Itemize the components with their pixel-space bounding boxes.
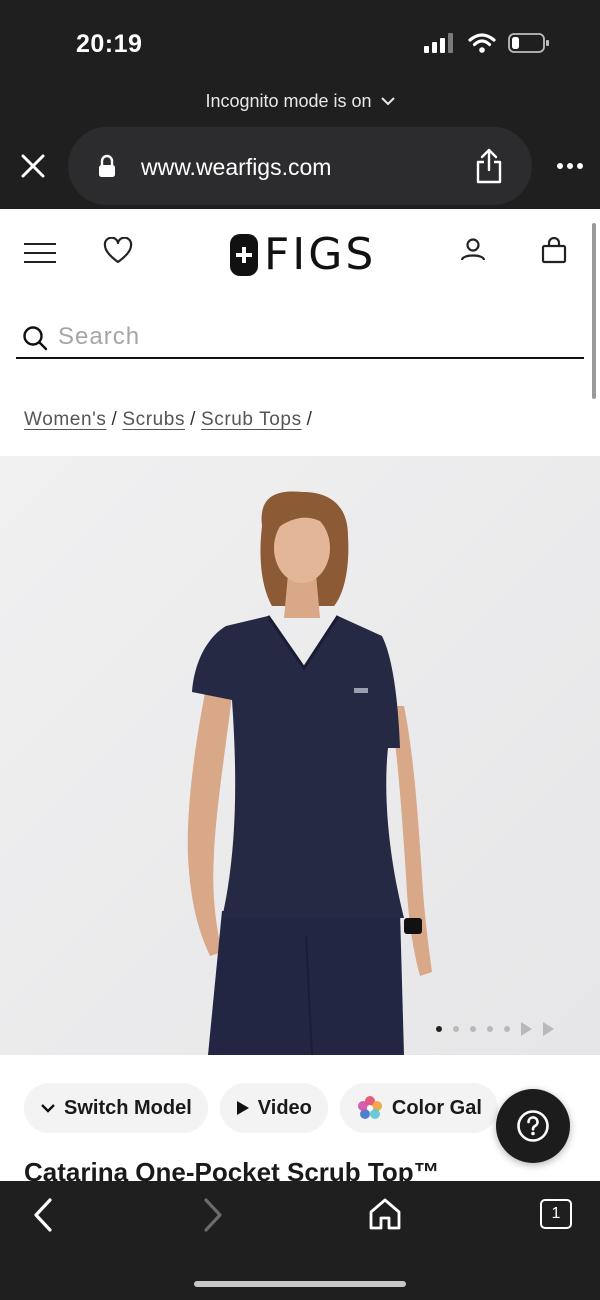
- home-indicator[interactable]: [194, 1281, 406, 1287]
- browser-address-row: www.wearfigs.com: [0, 125, 600, 209]
- more-options-icon[interactable]: [556, 155, 584, 177]
- video-label: Video: [257, 1096, 312, 1119]
- browser-toolbar: 1: [0, 1181, 600, 1300]
- carousel-dot[interactable]: [487, 1026, 493, 1032]
- help-question-icon: [517, 1110, 549, 1142]
- switch-model-button[interactable]: Switch Model: [24, 1083, 208, 1133]
- search-icon[interactable]: [22, 325, 48, 351]
- breadcrumb-link-scrub-tops[interactable]: Scrub Tops: [201, 409, 302, 430]
- breadcrumb: Women's / Scrubs / Scrub Tops /: [24, 409, 318, 431]
- status-time: 20:19: [76, 30, 143, 58]
- search-input[interactable]: [58, 319, 558, 355]
- switch-model-label: Switch Model: [64, 1096, 192, 1119]
- url-text: www.wearfigs.com: [141, 154, 332, 180]
- chevron-down-icon: [41, 1104, 55, 1113]
- breadcrumb-separator: /: [306, 409, 313, 430]
- chevron-down-icon: [380, 97, 395, 106]
- product-image-carousel[interactable]: [0, 456, 600, 1055]
- help-button[interactable]: [496, 1089, 570, 1163]
- color-wheel-icon: [357, 1096, 382, 1119]
- wishlist-heart-icon[interactable]: [103, 237, 133, 265]
- menu-icon[interactable]: [24, 243, 56, 263]
- share-icon[interactable]: [474, 147, 504, 185]
- breadcrumb-separator: /: [111, 409, 118, 430]
- wifi-icon: [468, 33, 496, 53]
- product-photo-model-in-navy-scrub-top: [0, 456, 600, 1055]
- breadcrumb-link-scrubs[interactable]: Scrubs: [122, 409, 185, 430]
- video-button[interactable]: Video: [219, 1083, 328, 1133]
- forward-arrow-icon[interactable]: [200, 1197, 226, 1233]
- battery-icon: [508, 33, 549, 53]
- figs-cross-logo-icon: [230, 233, 258, 276]
- breadcrumb-link-womens[interactable]: Women's: [24, 409, 106, 430]
- home-icon[interactable]: [368, 1197, 402, 1231]
- video-slide-play-icon[interactable]: [543, 1022, 554, 1036]
- carousel-pagination: [436, 1022, 554, 1036]
- back-arrow-icon[interactable]: [30, 1197, 56, 1233]
- close-tab-icon[interactable]: [18, 151, 48, 181]
- status-bar: 20:19: [0, 0, 600, 90]
- shopping-bag-icon[interactable]: [541, 237, 567, 265]
- lock-icon: [99, 154, 115, 177]
- color-gallery-button[interactable]: Color Gal: [339, 1083, 498, 1133]
- incognito-label: Incognito mode is on: [205, 90, 372, 111]
- carousel-dot[interactable]: [453, 1026, 459, 1032]
- cellular-signal-icon: [424, 33, 453, 53]
- status-icons: [424, 32, 550, 54]
- address-bar[interactable]: www.wearfigs.com: [68, 127, 532, 205]
- play-icon: [236, 1101, 249, 1115]
- breadcrumb-separator: /: [190, 409, 196, 430]
- product-title: Catarina One-Pocket Scrub Top™: [24, 1157, 440, 1181]
- carousel-dot[interactable]: [470, 1026, 476, 1032]
- account-icon[interactable]: [460, 237, 486, 263]
- site-header: FIGS: [0, 209, 600, 295]
- figs-logo[interactable]: FIGS: [230, 229, 376, 280]
- video-slide-play-icon[interactable]: [521, 1022, 532, 1036]
- carousel-dot-active[interactable]: [436, 1026, 442, 1032]
- incognito-indicator[interactable]: Incognito mode is on: [0, 90, 600, 120]
- tab-switcher-button[interactable]: 1: [540, 1199, 572, 1229]
- carousel-dot[interactable]: [504, 1026, 510, 1032]
- media-chips: Switch Model Video Color Gal: [24, 1083, 498, 1133]
- web-page: FIGS Women's/Scrubs/Scrub Tops/: [0, 209, 600, 1181]
- brand-name: FIGS: [264, 229, 377, 280]
- search-bar[interactable]: [16, 315, 584, 359]
- color-gallery-label: Color Gal: [391, 1096, 482, 1119]
